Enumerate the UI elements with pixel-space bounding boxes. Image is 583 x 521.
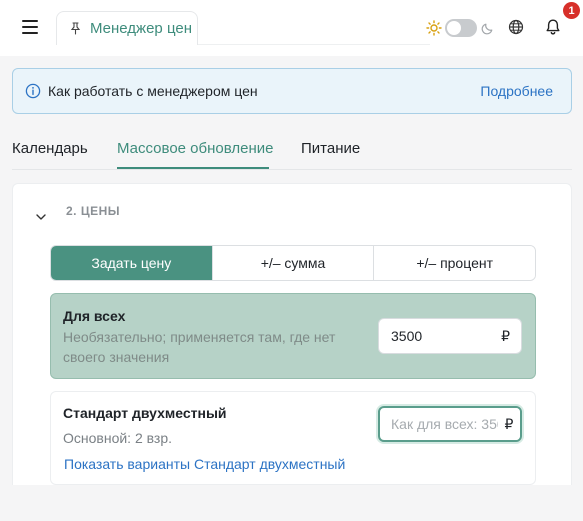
show-variants-link[interactable]: Показать варианты Стандарт двухместный (64, 456, 345, 472)
info-icon (25, 83, 41, 99)
top-bar: Менеджер цен 1 (0, 0, 583, 56)
moon-icon (481, 23, 493, 35)
sun-icon (426, 20, 442, 36)
tab-title: Менеджер цен (90, 20, 192, 37)
tabs-divider (12, 169, 572, 170)
for-all-description: Необязательно; применяется там, где нет … (63, 329, 336, 365)
toggle-knob (447, 21, 461, 35)
main-tabs: Календарь Массовое обновление Питание (0, 128, 583, 170)
for-all-price-value: 3500 (391, 328, 423, 344)
menu-icon[interactable] (22, 20, 38, 34)
tab-meals[interactable]: Питание (301, 140, 360, 157)
room-price-placeholder: Как для всех: 3500 (391, 416, 513, 432)
for-all-title: Для всех (63, 308, 126, 324)
adjust-percent-button[interactable]: +/– процент (374, 246, 535, 280)
info-text: Как работать с менеджером цен (48, 83, 258, 99)
bell-icon[interactable] (545, 18, 561, 36)
pin-icon[interactable] (69, 22, 81, 36)
open-page-tab[interactable]: Менеджер цен (56, 11, 198, 45)
currency-symbol: ₽ (498, 408, 520, 440)
room-price-input[interactable]: Как для всех: 3500 ₽ (378, 406, 522, 442)
section-title: 2. ЦЕНЫ (66, 204, 121, 218)
room-occupancy: Основной: 2 взр. (63, 430, 173, 446)
currency-symbol: ₽ (501, 328, 510, 344)
globe-icon[interactable] (508, 19, 524, 35)
theme-toggle[interactable] (445, 19, 477, 37)
prices-section: 2. ЦЕНЫ Задать цену +/– сумма +/– процен… (12, 183, 572, 521)
adjust-amount-button[interactable]: +/– сумма (212, 246, 375, 280)
page-footer-area (0, 485, 583, 521)
price-mode-selector: Задать цену +/– сумма +/– процент (50, 245, 536, 281)
set-price-button[interactable]: Задать цену (51, 246, 213, 280)
tab-calendar[interactable]: Календарь (12, 140, 88, 157)
notification-badge: 1 (563, 2, 580, 19)
divider (198, 44, 430, 45)
room-type-row: Стандарт двухместный Основной: 2 взр. По… (50, 391, 536, 485)
tab-bulk-update[interactable]: Массовое обновление (117, 140, 273, 157)
info-banner: Как работать с менеджером цен Подробнее (12, 68, 572, 114)
for-all-panel: Для всех Необязательно; применяется там,… (50, 293, 536, 379)
active-tab-indicator (117, 167, 269, 169)
for-all-price-input[interactable]: 3500 ₽ (378, 318, 522, 354)
chevron-down-icon[interactable] (35, 211, 47, 223)
room-title: Стандарт двухместный (63, 405, 227, 421)
learn-more-link[interactable]: Подробнее (480, 83, 553, 99)
